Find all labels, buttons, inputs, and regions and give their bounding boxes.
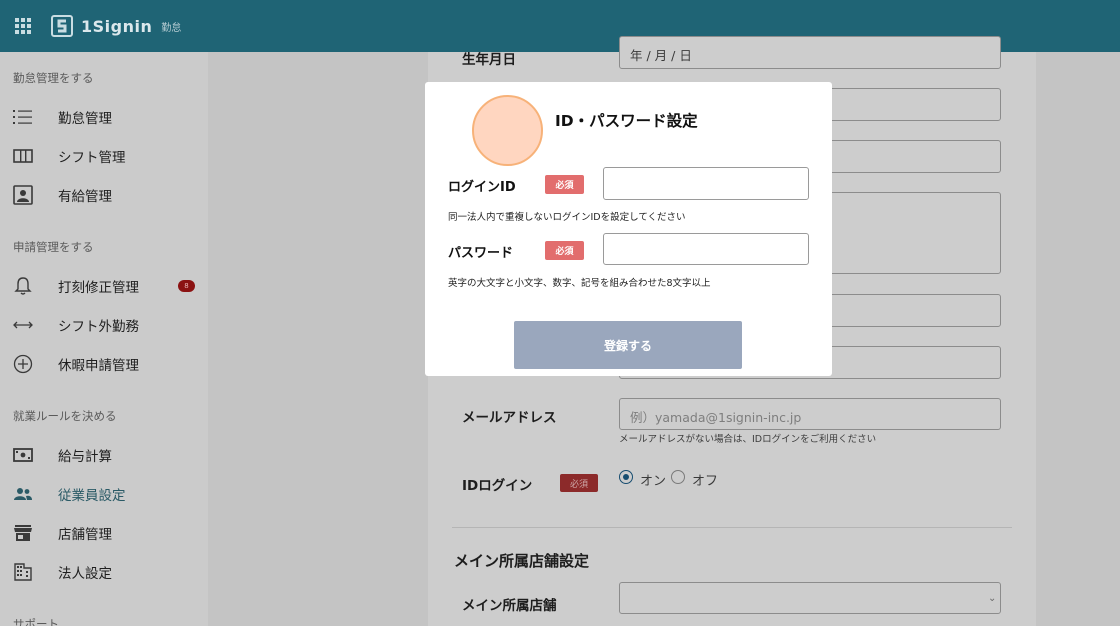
person-card-icon: [12, 184, 34, 206]
logo-text: 1Signin: [81, 16, 153, 36]
email-hint: メールアドレスがない場合は、IDログインをご利用ください: [619, 434, 877, 445]
content-gutter-right: [1036, 52, 1120, 626]
id-login-on-radio[interactable]: [619, 470, 633, 484]
sidebar-section-title: 勤怠管理をする: [13, 71, 94, 85]
avatar: [472, 95, 543, 166]
required-badge: 必須: [545, 241, 584, 260]
email-input[interactable]: 例）yamada@1signin-inc.jp: [619, 398, 1001, 430]
modal-title: ID・パスワード設定: [555, 112, 698, 130]
sidebar-item-label: 有給管理: [58, 189, 112, 205]
email-placeholder: 例）yamada@1signin-inc.jp: [630, 410, 802, 425]
sidebar-section-title: 就業ルールを決める: [13, 409, 117, 423]
notification-badge: 8: [178, 280, 195, 292]
app-grid-icon[interactable]: [15, 18, 31, 34]
logo-subtitle: 勤怠: [161, 22, 182, 34]
sidebar-item-label: 法人設定: [58, 566, 112, 582]
id-login-label: IDログイン: [462, 478, 533, 494]
sidebar-item-label: 休暇申請管理: [58, 358, 139, 374]
birthday-label: 生年月日: [462, 52, 516, 68]
sidebar-item-label: シフト管理: [58, 150, 126, 166]
login-id-input[interactable]: [603, 167, 809, 200]
section-divider: [452, 527, 1012, 528]
password-hint: 英字の大文字と小文字、数字、記号を組み合わせた8文字以上: [448, 278, 711, 289]
sidebar-item-attendance[interactable]: 勤怠管理: [0, 99, 208, 135]
sidebar-section-title: サポート: [13, 617, 59, 626]
columns-icon: [12, 145, 34, 167]
sidebar-item-corporate-settings[interactable]: 法人設定: [0, 554, 208, 590]
main-store-select[interactable]: [619, 582, 1001, 614]
main-store-label: メイン所属店舗: [462, 598, 557, 614]
sidebar: 勤怠管理をする 勤怠管理 シフト管理 有給管理 申請管理をする 打刻修正管理 8…: [0, 52, 208, 626]
required-badge: 必須: [545, 175, 584, 194]
id-login-off-radio[interactable]: [671, 470, 685, 484]
people-icon: [12, 483, 34, 505]
building-icon: [12, 561, 34, 583]
sidebar-item-label: 給与計算: [58, 449, 112, 465]
sidebar-item-label: 従業員設定: [58, 488, 126, 504]
plus-circle-icon: [12, 353, 34, 375]
sidebar-item-payroll[interactable]: 給与計算: [0, 437, 208, 473]
sidebar-item-shift[interactable]: シフト管理: [0, 138, 208, 174]
chevron-down-icon[interactable]: ⌄: [988, 593, 996, 604]
bell-icon: [12, 275, 34, 297]
register-button[interactable]: 登録する: [514, 321, 742, 369]
sidebar-item-punch-correction[interactable]: 打刻修正管理 8: [0, 268, 208, 304]
content-gutter: [208, 52, 428, 626]
password-input[interactable]: [603, 233, 809, 265]
sidebar-item-label: 勤怠管理: [58, 111, 112, 127]
sidebar-section-title: 申請管理をする: [13, 240, 94, 254]
list-icon: [12, 106, 34, 128]
sidebar-item-leave-request[interactable]: 休暇申請管理: [0, 346, 208, 382]
required-badge: 必須: [560, 474, 598, 492]
store-icon: [12, 522, 34, 544]
arrows-horizontal-icon: [12, 314, 34, 336]
birthday-input[interactable]: 年 / 月 / 日: [619, 36, 1001, 69]
sidebar-item-label: 店舗管理: [58, 527, 112, 543]
money-icon: [12, 444, 34, 466]
login-id-label: ログインID: [448, 180, 516, 195]
sidebar-item-store-management[interactable]: 店舗管理: [0, 515, 208, 551]
logo-icon: [51, 15, 73, 37]
password-label: パスワード: [448, 246, 514, 261]
birthday-value: 年 / 月 / 日: [630, 48, 692, 63]
sidebar-item-paid-leave[interactable]: 有給管理: [0, 177, 208, 213]
id-login-on-label[interactable]: オン: [640, 470, 666, 489]
email-label: メールアドレス: [462, 410, 557, 426]
sidebar-item-off-shift-work[interactable]: シフト外勤務: [0, 307, 208, 343]
main-store-section-title: メイン所属店舗設定: [454, 552, 590, 570]
sidebar-item-employee-settings[interactable]: 従業員設定: [0, 476, 208, 512]
login-id-hint: 同一法人内で重複しないログインIDを設定してください: [448, 212, 686, 223]
sidebar-item-label: シフト外勤務: [58, 319, 139, 335]
sidebar-item-label: 打刻修正管理: [58, 280, 139, 296]
id-login-off-label[interactable]: オフ: [692, 470, 718, 489]
